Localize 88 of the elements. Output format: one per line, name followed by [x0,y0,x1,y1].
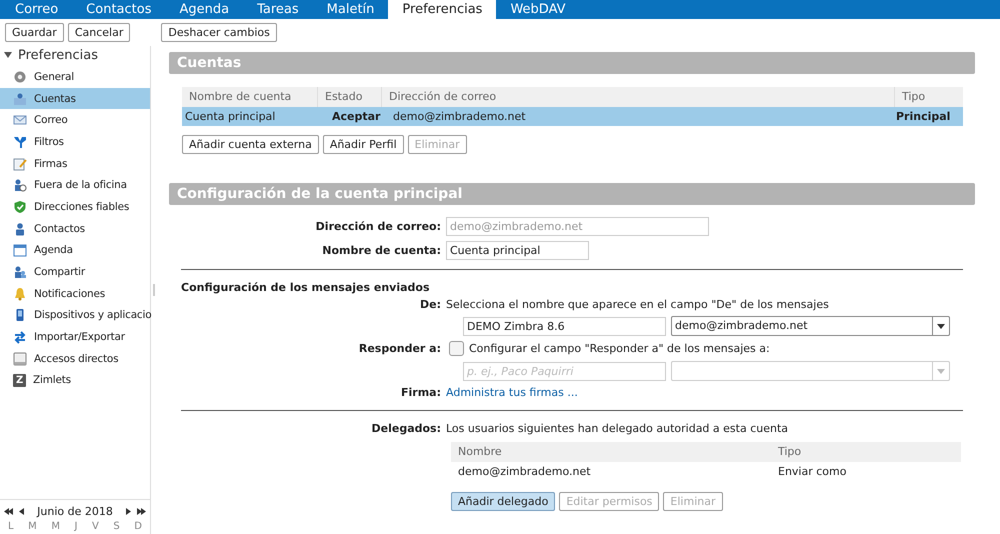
previous-year-icon[interactable] [4,508,13,514]
table-cell-text: Enviar como [777,464,848,480]
field-label: De: [419,298,442,311]
column-header: Tipo [894,87,963,107]
field-label: Delegados: [370,422,442,435]
weekday-label: V [92,521,99,532]
table-cell[interactable]: Principal [894,107,963,126]
section-header: Cuentas [169,52,975,74]
save-button[interactable]: Guardar [5,23,64,42]
table-cell-text: demo@zimbrademo.net [457,464,592,480]
users-icon [13,265,27,280]
sidebar-item[interactable]: Importar/Exportar [0,326,150,348]
caret-icon [937,368,945,374]
column-header: Dirección de correo [381,87,894,107]
field-label: Responder a: [358,342,442,355]
section-header: Configuración de la cuenta principal [169,183,975,205]
signatures-link[interactable]: Administra tus firmas ... [446,386,578,399]
delegates-text: Los usuarios siguientes han delegado autoridad a esta cuenta [446,422,790,435]
app-tab[interactable]: Maletín [312,0,388,19]
filter-icon [13,134,27,149]
next-year-icon[interactable] [137,508,146,514]
next-month-icon[interactable] [126,508,131,514]
shield-check-icon [13,200,27,214]
field-label: Firma: [400,386,442,399]
sidebar-item[interactable]: Notificaciones [0,282,150,305]
sidebar-item[interactable]: General [0,66,150,88]
account-button[interactable]: Añadir Perfil [322,135,404,154]
caret-icon [937,324,945,328]
envelope-icon [13,113,27,128]
arrows-icon [13,330,27,344]
sidebar-item[interactable]: Correo [0,109,150,132]
key-icon [13,352,27,366]
weekday-label: M [28,521,37,532]
weekday-label: S [113,521,120,532]
app-tab[interactable]: Agenda [165,0,244,19]
app-tab[interactable]: WebDAV [496,0,580,19]
pen-icon [13,156,27,171]
field-label: Nombre de cuenta: [321,244,442,257]
weekday-label: L [8,521,14,532]
sidebar-item[interactable]: Dispositivos y aplicacio [0,304,150,326]
sender-email-dropdown[interactable]: demo@zimbrademo.net [671,316,950,336]
reply-checkbox[interactable] [449,341,464,356]
user-icon [13,222,27,236]
sidebar-item[interactable]: Cuentas [0,88,150,110]
account-name-field[interactable]: Cuenta principal [446,241,589,260]
table-cell[interactable]: demo@zimbrademo.net [381,107,894,126]
app-tab[interactable]: Tareas [243,0,313,19]
user-envelope-icon [13,92,27,106]
column-header: Estado [317,87,381,107]
sidebar-item[interactable]: Direcciones fiables [0,196,150,218]
delegate-button[interactable]: Añadir delegado [451,492,556,511]
checkbox-label: Configurar el campo "Responder a" de los mensajes a: [469,342,770,355]
bell-icon [13,286,27,301]
sidebar-item[interactable]: Fuera de la oficina [0,174,150,196]
expanded-triangle-icon[interactable] [4,51,12,59]
weekday-label: D [134,521,142,532]
app-tab[interactable]: Preferencias [388,0,496,19]
weekday-label: M [51,521,60,532]
table-cell[interactable]: Aceptar [317,107,381,126]
cancel-button[interactable]: Cancelar [68,23,130,42]
sidebar-item[interactable]: Accesos directos [0,348,150,370]
sidebar-item[interactable]: Compartir [0,261,150,283]
weekday-label: J [74,521,78,532]
previous-month-icon[interactable] [19,508,24,514]
app-tab[interactable]: Contactos [72,0,166,19]
column-header: Nombre [451,442,771,462]
sidebar-title: Preferencias [18,48,98,62]
sidebar-item[interactable]: Agenda [0,240,150,262]
column-header: Nombre de cuenta [182,87,317,107]
undo-button[interactable]: Deshacer cambios [161,23,277,42]
account-button[interactable]: Añadir cuenta externa [182,135,319,154]
sidebar-item[interactable]: Filtros [0,131,150,153]
splitter-handle-icon[interactable] [153,284,155,296]
subsection-title: Configuración de los mensajes enviados [180,281,431,294]
column-header: Tipo [771,442,961,462]
sender-name-field[interactable]: DEMO Zimbra 8.6 [463,316,666,336]
sidebar-item[interactable]: Firmas [0,152,150,174]
calendar-month: Junio de 2018 [36,504,114,518]
sidebar-item[interactable]: Contactos [0,218,150,240]
sidebar-item[interactable]: Z Zimlets [0,370,150,392]
field-label: Dirección de correo: [314,220,442,233]
gear-icon [13,70,27,84]
calendar-icon [13,243,27,258]
user-clock-icon [13,178,27,192]
app-tab[interactable]: Correo [1,0,72,19]
table-cell[interactable]: Cuenta principal [182,107,317,126]
hint-text: Selecciona el nombre que aparece en el campo "De" de los mensajes [446,298,830,311]
badge-icon: Z [13,374,26,387]
